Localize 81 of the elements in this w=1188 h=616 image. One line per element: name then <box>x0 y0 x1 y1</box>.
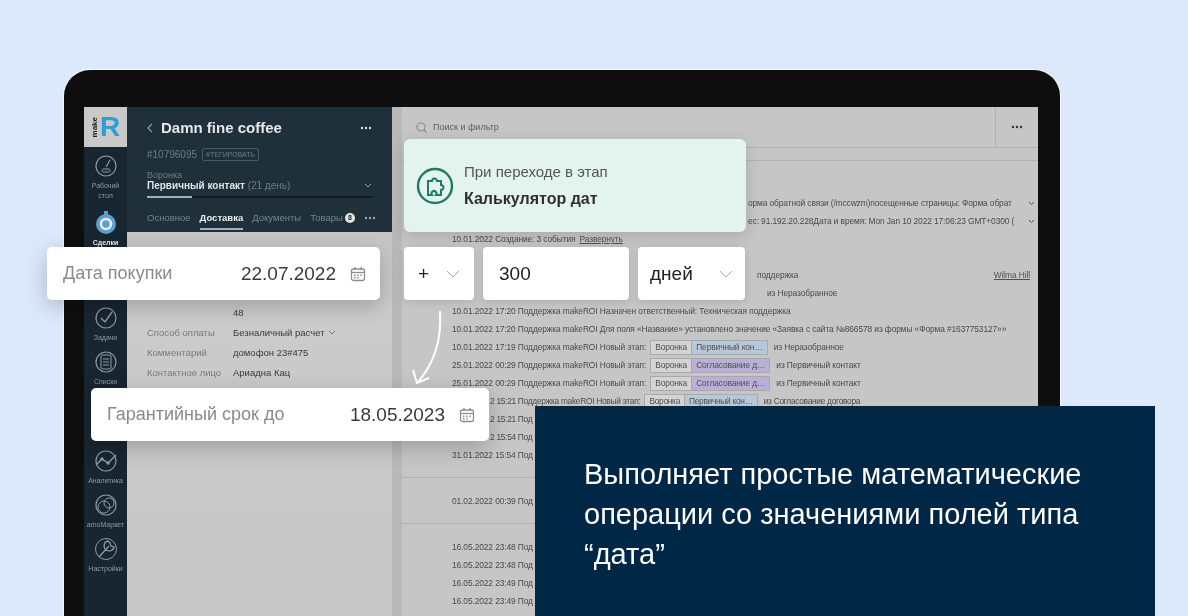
expand-link[interactable]: Развернуть <box>579 234 623 244</box>
more-icon[interactable] <box>360 125 372 130</box>
field-value: Ариадна Кац <box>233 366 291 378</box>
event-text: 10.01.2022 17:20 Поддержка makeROI Для поля «Название» установлено значение «Заявка с сайта №866578 из формы «Форма #1637753127»» <box>452 324 1007 334</box>
trigger-title: Калькулятор дат <box>464 190 599 208</box>
stage-tag: Согласование д… <box>692 357 771 373</box>
event-text: 25.01.2022 00:29 Поддержка makeROI Новый этап: <box>452 360 647 370</box>
chevron-down-icon <box>719 269 733 278</box>
event-text: 2 15:21 Поддержка makeROI Новый этап: <box>490 396 641 406</box>
logo: make R <box>84 107 127 147</box>
event-text: из Неразобранное <box>767 288 838 298</box>
event-text: 10.01.2022 Создание: 3 события <box>452 234 576 244</box>
stage-tag: Воронка <box>650 339 693 355</box>
circles-icon <box>93 493 118 517</box>
event-text: 16.05.2022 23:48 Под <box>452 560 533 570</box>
event-text: орма обратной связи (/mccwzm)посещенные страницы: Форма обрат <box>748 198 1012 208</box>
gauge-icon <box>93 154 118 178</box>
chevron-down-icon <box>327 329 336 335</box>
coin-icon <box>93 211 118 235</box>
pipeline-label: Воронка <box>147 170 184 180</box>
event-text: 25.01.2022 00:29 Поддержка makeROI Новый этап: <box>452 378 647 388</box>
more-icon <box>1011 125 1023 129</box>
puzzle-icon <box>416 166 454 205</box>
list-icon <box>93 350 118 374</box>
event-text: 16.05.2022 23:49 Под <box>452 596 533 606</box>
field-label: Гарантийный срок до <box>107 404 286 425</box>
tab[interactable]: Товары <box>310 212 343 230</box>
date-card[interactable]: Дата покупки 22.07.2022 <box>47 247 380 300</box>
event-text: 10.01.2022 17:19 Поддержка makeROI Новый этап: <box>452 342 647 352</box>
event-text: 2 15:21 Под <box>490 414 533 424</box>
date-value: 18.05.2023 <box>349 403 445 426</box>
field-label: Дата покупки <box>63 263 174 284</box>
event-text: поддержка <box>757 270 799 280</box>
search-field[interactable]: Поиск и фильтр <box>431 121 995 133</box>
select-field[interactable]: Безналичный расчет <box>233 326 336 338</box>
operator-select[interactable]: + <box>404 247 474 300</box>
unit-select[interactable]: дней <box>638 247 745 300</box>
search-icon <box>416 121 427 133</box>
date-value: 22.07.2022 <box>240 262 336 285</box>
trigger-caption: При переходе в этап <box>464 163 608 180</box>
lead-id: #10796095 <box>147 149 198 160</box>
back-icon[interactable] <box>147 122 153 133</box>
stage-select[interactable]: Первичный контакт (21 день) <box>147 180 392 191</box>
event-text: из Первичный контакт <box>776 378 861 388</box>
field-label: Комментарий <box>147 346 208 358</box>
stage-tag: Согласование д… <box>692 375 771 391</box>
field-value: 48 <box>233 306 244 318</box>
field-label: Способ оплаты <box>147 326 216 338</box>
field-label: Контактное лицо <box>147 366 223 378</box>
calendar-icon <box>459 406 475 423</box>
event-text: ес: 91.192.20.228Дата и время: Mon Jan 10 2022 17:06:23 GMT+0300 ( <box>748 216 1015 226</box>
stage-tag: Воронка <box>650 375 693 391</box>
event-text: 31.01.2022 15:54 Под <box>452 450 533 460</box>
chevron-down-icon <box>364 183 372 188</box>
lead-title: Damn fine coffee <box>161 119 283 136</box>
stage-tag: Воронка <box>650 357 693 373</box>
chart-icon <box>93 449 118 473</box>
wrench-icon <box>93 537 118 561</box>
event-text: 16.05.2022 23:49 Под <box>452 578 533 588</box>
event-text: 16.05.2022 23:48 Под <box>452 542 533 552</box>
user-link[interactable]: Wilma Hill <box>993 270 1030 280</box>
event-text: 01.02.2022 00:39 Под <box>452 496 533 506</box>
expand-icon[interactable] <box>1028 218 1035 224</box>
field-value: домофон 23#475 <box>233 346 309 358</box>
chevron-down-icon <box>446 269 460 278</box>
expand-icon[interactable] <box>1028 200 1035 206</box>
more-tabs-icon[interactable] <box>363 216 376 220</box>
event-text: из Первичный контакт <box>776 360 861 370</box>
event-text: 2 15:54 Под <box>490 432 533 442</box>
tab[interactable]: Основное <box>147 212 191 230</box>
stage-tag: Первичный кон… <box>692 339 768 355</box>
date-card[interactable]: Гарантийный срок до 18.05.2023 <box>91 388 489 441</box>
amount-field[interactable]: 300 <box>483 247 629 300</box>
event-text: из Согласование договора <box>763 396 861 406</box>
calendar-icon <box>350 265 366 282</box>
tab[interactable]: Доставка <box>199 212 244 230</box>
check-circle-icon <box>93 306 118 330</box>
event-text: 10.01.2022 17:20 Поддержка makeROI Назначен ответственный: Техническая поддержка <box>452 306 791 316</box>
tab[interactable]: Документы <box>252 212 302 230</box>
promo-text: Выполняет простые математические операции со значениями полей типа “дата” <box>584 457 1083 572</box>
event-text: из Неразобранное <box>773 342 844 352</box>
